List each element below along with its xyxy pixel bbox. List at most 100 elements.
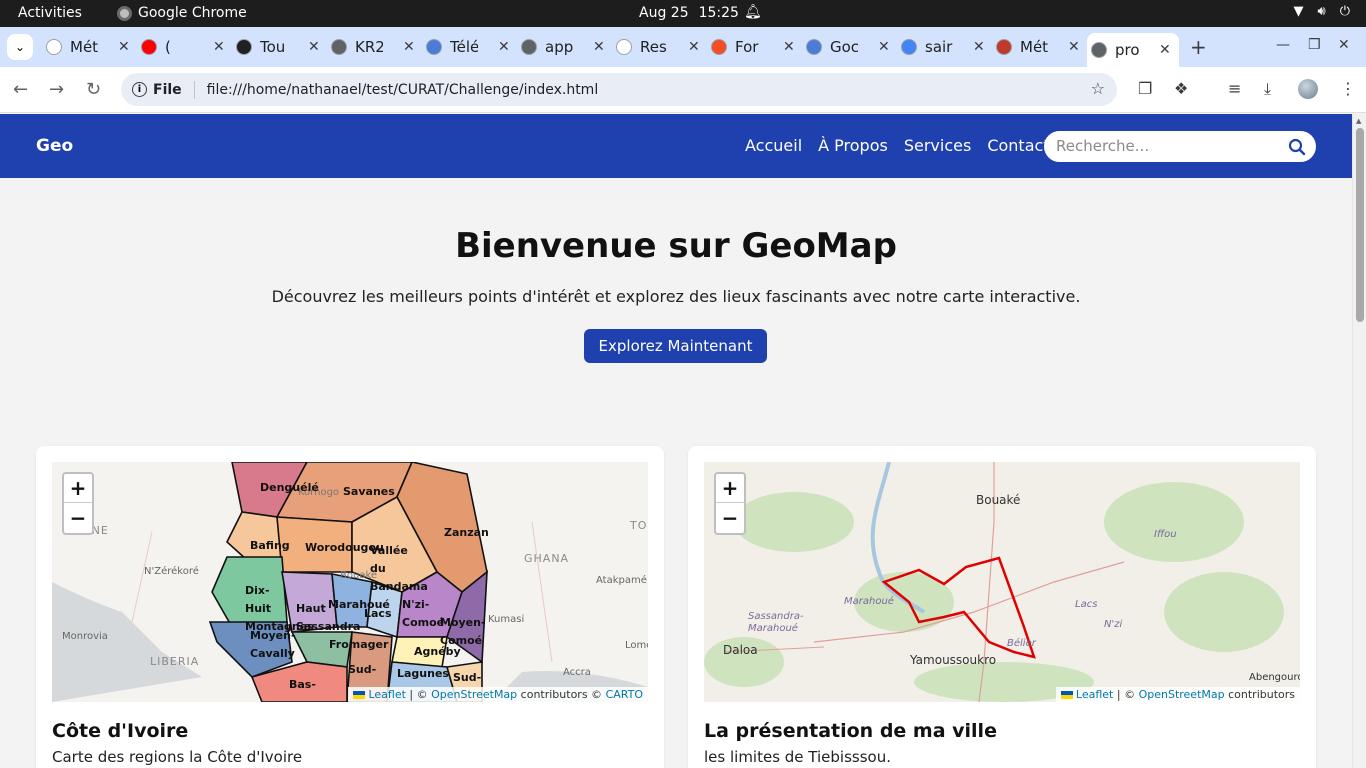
system-tray[interactable]: ▼ 🔊︎ ⏻ xyxy=(1294,4,1351,19)
zoom-in-button[interactable]: + xyxy=(716,474,744,503)
tab-close-icon[interactable]: ✕ xyxy=(783,39,795,55)
cast-icon[interactable]: ❐ xyxy=(1138,79,1152,98)
search-input[interactable] xyxy=(1056,137,1276,155)
app-menu[interactable]: Google Chrome xyxy=(117,5,247,21)
extensions-icon[interactable]: ❖ xyxy=(1174,79,1188,98)
label-liberia: LIBERIA xyxy=(150,655,200,668)
tab-close-icon[interactable]: ✕ xyxy=(498,39,510,55)
tab-search-button[interactable]: ⌄ xyxy=(7,34,33,60)
browser-tab[interactable]: Res ✕ xyxy=(616,33,704,61)
tab-close-icon[interactable]: ✕ xyxy=(118,39,130,55)
bookmark-star-icon[interactable]: ☆ xyxy=(1091,79,1105,98)
tab-favicon-icon xyxy=(426,39,442,55)
tab-close-icon[interactable]: ✕ xyxy=(403,39,415,55)
wifi-icon: ▼ xyxy=(1293,4,1304,19)
download-icon[interactable]: ⤓ xyxy=(1264,79,1271,99)
search-icon[interactable] xyxy=(1288,138,1306,156)
label-nzi: N'zi- xyxy=(402,598,430,611)
map-attribution: Leaflet | © OpenStreetMap contributors ©… xyxy=(348,687,648,702)
tab-title: KR2 xyxy=(355,38,383,56)
tab-close-icon[interactable]: ✕ xyxy=(878,39,890,55)
osm-link[interactable]: OpenStreetMap xyxy=(1139,688,1225,701)
minimize-icon[interactable]: — xyxy=(1276,37,1290,53)
page-scrollbar[interactable]: ▲ xyxy=(1352,114,1366,768)
close-window-icon[interactable]: ✕ xyxy=(1338,37,1350,53)
browser-tab[interactable]: KR2 ✕ xyxy=(331,33,419,61)
new-tab-button[interactable]: + xyxy=(1190,35,1207,59)
browser-tab[interactable]: Mét ✕ xyxy=(996,33,1084,61)
tab-close-icon[interactable]: ✕ xyxy=(1068,39,1080,55)
zoom-out-button[interactable]: − xyxy=(716,503,744,532)
label-bas: Bas- xyxy=(289,678,316,691)
tab-close-icon[interactable]: ✕ xyxy=(213,39,225,55)
browser-tab[interactable]: For ✕ xyxy=(711,33,799,61)
nav-links: Accueil À Propos Services Contact xyxy=(745,136,1050,155)
profile-avatar[interactable] xyxy=(1298,79,1318,99)
tab-close-icon[interactable]: ✕ xyxy=(1159,42,1171,58)
browser-tab[interactable]: (✕ xyxy=(141,33,229,61)
carto-link[interactable]: CARTO xyxy=(606,688,643,701)
tab-title: For xyxy=(735,38,759,56)
scroll-up-icon[interactable]: ▲ xyxy=(1356,117,1361,125)
nav-link-a-propos[interactable]: À Propos xyxy=(818,136,888,155)
leaflet-link[interactable]: Leaflet xyxy=(1076,688,1113,701)
power-icon: ⏻ xyxy=(1339,4,1350,19)
tab-title: Res xyxy=(640,38,667,56)
label-savanes: Savanes xyxy=(343,485,395,498)
browser-tab[interactable]: sair ✕ xyxy=(901,33,989,61)
place-lacs: Lacs xyxy=(1075,599,1098,610)
maximize-icon[interactable]: ❒ xyxy=(1308,37,1321,53)
browser-tab[interactable]: pro ✕ xyxy=(1087,33,1179,67)
url-text[interactable]: file:///home/nathanael/test/CURAT/Challe… xyxy=(207,82,599,98)
tab-title: Tou xyxy=(260,38,286,56)
label-sud-bandama: Sud- xyxy=(348,663,377,676)
map-regions[interactable]: GHANA LIBERIA N'Zérékoré Monrovia Kumasi… xyxy=(52,462,648,702)
tab-title: sair xyxy=(925,38,953,56)
activities-button[interactable]: Activities xyxy=(18,5,82,21)
tab-close-icon[interactable]: ✕ xyxy=(973,39,985,55)
forward-icon[interactable]: → xyxy=(49,79,64,100)
tab-close-icon[interactable]: ✕ xyxy=(308,39,320,55)
osm-link[interactable]: OpenStreetMap xyxy=(431,688,517,701)
zoom-in-button[interactable]: + xyxy=(64,474,92,503)
chrome-menu-icon[interactable]: ⋮ xyxy=(1340,79,1356,98)
clock[interactable]: Aug 25 15:25 xyxy=(639,5,739,21)
tab-close-icon[interactable]: ✕ xyxy=(593,39,605,55)
label-sud-comoe: Sud- xyxy=(453,671,482,684)
site-brand[interactable]: Geo xyxy=(36,136,73,156)
nav-link-accueil[interactable]: Accueil xyxy=(745,136,802,155)
card-cote-divoire: GHANA LIBERIA N'Zérékoré Monrovia Kumasi… xyxy=(36,446,664,768)
nav-link-contact[interactable]: Contact xyxy=(987,136,1049,155)
web-page: Geo Accueil À Propos Services Contact Bi… xyxy=(0,114,1352,768)
nav-link-services[interactable]: Services xyxy=(904,136,971,155)
label-lome: Lomé xyxy=(625,640,648,651)
tab-favicon-icon xyxy=(901,39,917,55)
browser-tab[interactable]: Tou ✕ xyxy=(236,33,324,61)
notification-bell-icon[interactable]: 🔔︎ xyxy=(744,4,762,20)
scrollbar-thumb[interactable] xyxy=(1356,128,1364,322)
back-icon[interactable]: ← xyxy=(13,79,28,100)
address-bar[interactable]: i File file:///home/nathanael/test/CURAT… xyxy=(121,73,1117,106)
zoom-out-button[interactable]: − xyxy=(64,503,92,532)
label-accra: Accra xyxy=(563,667,591,678)
map-ville[interactable]: Bouaké Iffou Marahoué Sassandra- Marahou… xyxy=(704,462,1300,702)
site-info-icon[interactable]: i xyxy=(132,82,147,97)
leaflet-link[interactable]: Leaflet xyxy=(368,688,405,701)
media-controls-icon[interactable]: ≡ xyxy=(1228,79,1241,98)
zoom-control: + − xyxy=(714,472,746,535)
label-haut: Haut xyxy=(296,602,326,615)
app-name: Google Chrome xyxy=(138,5,247,21)
attrib-contrib: contributors © xyxy=(517,688,606,701)
explore-button[interactable]: Explorez Maintenant xyxy=(584,329,767,363)
label-cavally: Cavally xyxy=(250,647,295,660)
browser-tab[interactable]: Mét ✕ xyxy=(46,33,134,61)
site-navbar: Geo Accueil À Propos Services Contact xyxy=(0,114,1352,178)
reload-icon[interactable]: ↻ xyxy=(86,79,101,100)
card-title: La présentation de ma ville xyxy=(704,720,997,742)
tab-favicon-icon xyxy=(236,39,252,55)
browser-tab[interactable]: Télé ✕ xyxy=(426,33,514,61)
browser-tab[interactable]: app ✕ xyxy=(521,33,609,61)
map-attribution: Leaflet | © OpenStreetMap contributors xyxy=(1055,687,1300,702)
browser-tab[interactable]: Goc ✕ xyxy=(806,33,894,61)
tab-close-icon[interactable]: ✕ xyxy=(688,39,700,55)
